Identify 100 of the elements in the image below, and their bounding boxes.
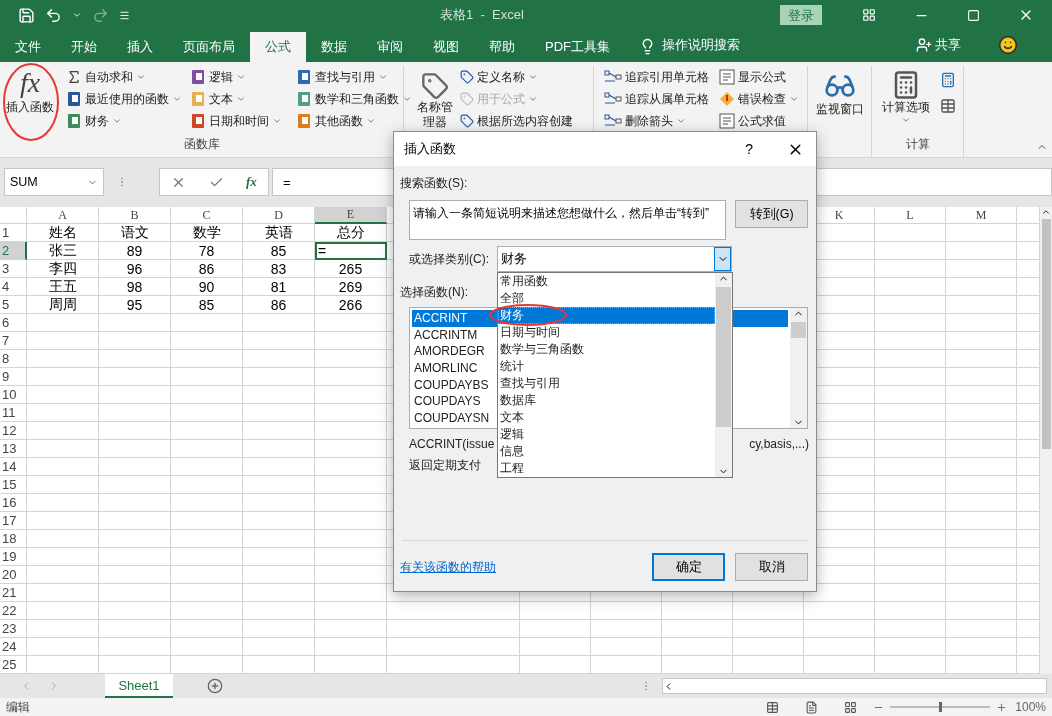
caret-icon[interactable]	[402, 94, 412, 104]
empty-cell[interactable]	[946, 638, 1017, 656]
empty-cell[interactable]	[946, 620, 1017, 638]
empty-cell[interactable]	[387, 638, 520, 656]
table-cell[interactable]: 王五	[27, 278, 99, 296]
empty-cell[interactable]	[804, 638, 875, 656]
empty-cell[interactable]	[171, 440, 243, 458]
empty-cell[interactable]	[99, 638, 171, 656]
empty-cell[interactable]	[171, 458, 243, 476]
empty-cell[interactable]	[99, 368, 171, 386]
row-number[interactable]: 18	[0, 530, 27, 548]
ribbon-tab[interactable]: 公式	[250, 32, 306, 62]
empty-cell[interactable]	[99, 494, 171, 512]
dropdown-button[interactable]	[714, 247, 731, 271]
empty-cell[interactable]	[875, 584, 946, 602]
empty-cell[interactable]	[591, 620, 662, 638]
empty-cell[interactable]	[946, 512, 1017, 530]
empty-cell[interactable]	[171, 620, 243, 638]
empty-cell[interactable]	[171, 638, 243, 656]
row-number[interactable]: 7	[0, 332, 27, 350]
empty-cell[interactable]	[171, 368, 243, 386]
empty-cell[interactable]	[171, 350, 243, 368]
table-cell[interactable]: 98	[99, 278, 171, 296]
row-number[interactable]: 23	[0, 620, 27, 638]
empty-cell[interactable]	[99, 566, 171, 584]
row-number[interactable]: 20	[0, 566, 27, 584]
cancel-button[interactable]: 取消	[735, 553, 808, 581]
row-number[interactable]: 19	[0, 548, 27, 566]
column-header[interactable]: A	[27, 207, 99, 224]
table-cell[interactable]: 90	[171, 278, 243, 296]
empty-cell[interactable]	[243, 512, 315, 530]
caret-icon[interactable]	[676, 116, 686, 126]
row-number[interactable]: 24	[0, 638, 27, 656]
row-number[interactable]: 5	[0, 296, 27, 314]
empty-cell[interactable]	[243, 422, 315, 440]
ribbon-item[interactable]: 自动求和	[66, 66, 182, 88]
empty-cell[interactable]	[171, 314, 243, 332]
empty-cell[interactable]	[315, 494, 387, 512]
empty-cell[interactable]	[315, 368, 387, 386]
empty-cell[interactable]	[243, 602, 315, 620]
row-number[interactable]: 8	[0, 350, 27, 368]
share-button[interactable]: 共享	[935, 36, 961, 54]
empty-cell[interactable]	[946, 494, 1017, 512]
empty-cell[interactable]	[315, 332, 387, 350]
empty-cell[interactable]	[804, 602, 875, 620]
table-cell[interactable]: 96	[99, 260, 171, 278]
empty-cell[interactable]	[315, 548, 387, 566]
redo-icon[interactable]	[92, 6, 109, 24]
row-number[interactable]: 4	[0, 278, 27, 296]
empty-cell[interactable]	[99, 476, 171, 494]
empty-cell[interactable]	[315, 386, 387, 404]
ribbon-item[interactable]: 日期和时间	[190, 110, 282, 132]
dropdown-scrollbar[interactable]	[715, 273, 732, 477]
empty-cell[interactable]	[243, 386, 315, 404]
person-icon[interactable]	[916, 37, 932, 53]
empty-cell[interactable]	[99, 332, 171, 350]
empty-cell[interactable]	[315, 314, 387, 332]
empty-cell[interactable]	[875, 386, 946, 404]
row-number[interactable]: 25	[0, 656, 27, 674]
ribbon-tab[interactable]: PDF工具集	[530, 32, 625, 62]
empty-cell[interactable]	[171, 602, 243, 620]
empty-cell[interactable]	[243, 440, 315, 458]
empty-cell[interactable]	[99, 386, 171, 404]
empty-cell[interactable]	[946, 386, 1017, 404]
column-header[interactable]: C	[171, 207, 243, 224]
empty-cell[interactable]	[243, 638, 315, 656]
empty-cell[interactable]	[875, 602, 946, 620]
empty-cell[interactable]	[243, 548, 315, 566]
smiley-icon[interactable]	[998, 35, 1018, 55]
empty-cell[interactable]	[946, 476, 1017, 494]
empty-cell[interactable]	[875, 350, 946, 368]
zoom-in-icon[interactable]	[996, 701, 1008, 713]
column-header[interactable]: B	[99, 207, 171, 224]
table-cell[interactable]: 81	[243, 278, 315, 296]
table-cell[interactable]: 83	[243, 260, 315, 278]
empty-cell[interactable]	[946, 260, 1017, 278]
help-button[interactable]: ?	[745, 141, 753, 157]
ok-button[interactable]: 确定	[652, 553, 725, 581]
row-number[interactable]: 12	[0, 422, 27, 440]
tell-me-search[interactable]: 操作说明搜索	[662, 37, 740, 52]
empty-cell[interactable]	[99, 422, 171, 440]
table-cell[interactable]: 269	[315, 278, 387, 296]
empty-cell[interactable]	[591, 638, 662, 656]
ribbon-display-icon[interactable]	[862, 8, 876, 22]
column-header[interactable]: D	[243, 207, 315, 224]
empty-cell[interactable]	[315, 350, 387, 368]
empty-cell[interactable]	[315, 458, 387, 476]
scroll-thumb[interactable]	[716, 287, 731, 427]
table-cell[interactable]: 李四	[27, 260, 99, 278]
horizontal-scrollbar[interactable]	[662, 678, 1047, 694]
ribbon-item[interactable]: 显示公式	[719, 66, 799, 88]
zoom-thumb[interactable]	[939, 702, 943, 712]
empty-cell[interactable]	[662, 602, 733, 620]
table-cell[interactable]: =	[315, 242, 387, 260]
empty-cell[interactable]	[243, 566, 315, 584]
empty-cell[interactable]	[243, 476, 315, 494]
empty-cell[interactable]	[243, 584, 315, 602]
watch-window-button[interactable]: 监视窗口	[814, 66, 865, 134]
empty-cell[interactable]	[243, 332, 315, 350]
empty-cell[interactable]	[243, 494, 315, 512]
